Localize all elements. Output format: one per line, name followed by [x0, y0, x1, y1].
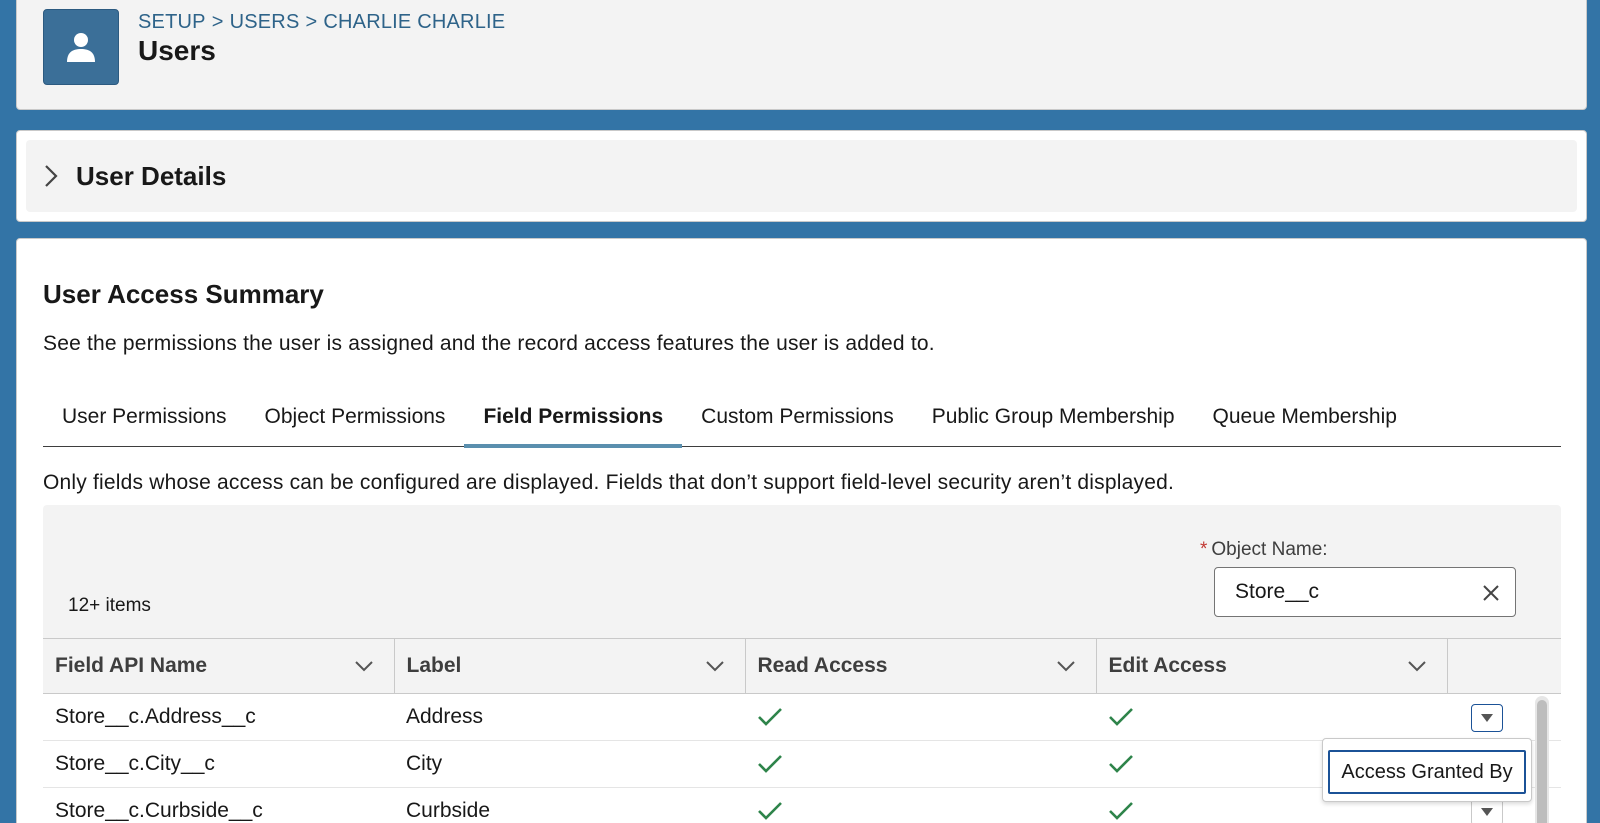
checkmark-icon	[1109, 708, 1133, 727]
page-header: SETUP > USERS > CHARLIE CHARLIE Users	[16, 0, 1587, 110]
cell-read-access	[745, 693, 1096, 741]
caret-down-icon	[1481, 714, 1493, 722]
clear-icon[interactable]	[1481, 583, 1501, 603]
cell-field-api-name: Store__c.City__c	[43, 740, 394, 788]
breadcrumb-separator: >	[305, 11, 318, 33]
tab-field-permissions[interactable]: Field Permissions	[464, 387, 682, 448]
cell-label: Address	[394, 693, 745, 741]
caret-down-icon	[1481, 808, 1493, 816]
object-name-input[interactable]: Store__c	[1214, 567, 1516, 617]
object-name-label: * Object Name:	[1200, 539, 1328, 561]
tab-object-permissions[interactable]: Object Permissions	[246, 387, 465, 447]
user-access-summary: User Access Summary See the permissions …	[16, 238, 1587, 823]
menu-item-access-granted-by[interactable]: Access Granted By	[1328, 750, 1526, 794]
required-marker: *	[1200, 539, 1208, 560]
breadcrumb-setup[interactable]: SETUP	[138, 11, 206, 33]
chevron-down-icon[interactable]	[1056, 658, 1076, 674]
summary-title: User Access Summary	[43, 279, 324, 309]
chevron-down-icon[interactable]	[705, 658, 725, 674]
summary-description: See the permissions the user is assigned…	[43, 332, 935, 355]
scrollbar-thumb[interactable]	[1537, 700, 1547, 823]
cell-field-api-name: Store__c.Address__c	[43, 693, 394, 741]
column-header-field-api-name[interactable]: Field API Name	[43, 638, 395, 694]
tab-queue-membership[interactable]: Queue Membership	[1194, 387, 1416, 447]
chevron-right-icon[interactable]	[44, 164, 64, 188]
breadcrumb: SETUP > USERS > CHARLIE CHARLIE	[138, 11, 505, 34]
checkmark-icon	[758, 755, 782, 774]
cell-edit-access	[1096, 693, 1447, 741]
object-name-value: Store__c	[1235, 580, 1320, 603]
item-count: 12+ items	[68, 595, 151, 616]
user-details-toggle[interactable]: User Details	[26, 140, 1577, 212]
breadcrumb-separator: >	[211, 11, 224, 33]
column-header-edit-access[interactable]: Edit Access	[1096, 638, 1448, 694]
tab-public-group-membership[interactable]: Public Group Membership	[913, 387, 1194, 447]
breadcrumb-user[interactable]: CHARLIE CHARLIE	[323, 11, 505, 33]
table-row: Store__c.Address__c Address	[43, 693, 1561, 741]
column-header-read-access[interactable]: Read Access	[745, 638, 1097, 694]
field-note: Only fields whose access can be configur…	[43, 471, 1174, 494]
checkmark-icon	[758, 708, 782, 727]
cell-label: City	[394, 740, 745, 788]
cell-field-api-name: Store__c.Curbside__c	[43, 787, 394, 823]
row-actions-button[interactable]	[1471, 704, 1503, 732]
checkmark-icon	[1109, 802, 1133, 821]
permission-tabs: User Permissions Object Permissions Fiel…	[43, 387, 1561, 448]
row-actions-menu: Access Granted By	[1322, 738, 1532, 802]
user-icon	[43, 9, 119, 85]
tab-custom-permissions[interactable]: Custom Permissions	[682, 387, 913, 447]
cell-label: Curbside	[394, 787, 745, 823]
chevron-down-icon[interactable]	[354, 658, 374, 674]
checkmark-icon	[1109, 755, 1133, 774]
table-header-row: Field API Name Label Read Access Edit Ac…	[43, 638, 1561, 694]
cell-read-access	[745, 740, 1096, 788]
page-title: Users	[138, 35, 216, 66]
chevron-down-icon[interactable]	[1407, 658, 1427, 674]
table-scrollbar[interactable]	[1535, 696, 1549, 823]
object-name-label-text: Object Name:	[1211, 539, 1328, 560]
column-header-actions	[1447, 638, 1561, 694]
cell-read-access	[745, 787, 1096, 823]
breadcrumb-users[interactable]: USERS	[230, 11, 300, 33]
user-details-section: User Details	[16, 130, 1587, 222]
column-header-label[interactable]: Label	[394, 638, 746, 694]
user-details-title: User Details	[76, 160, 227, 191]
checkmark-icon	[758, 802, 782, 821]
tab-user-permissions[interactable]: User Permissions	[43, 387, 246, 447]
